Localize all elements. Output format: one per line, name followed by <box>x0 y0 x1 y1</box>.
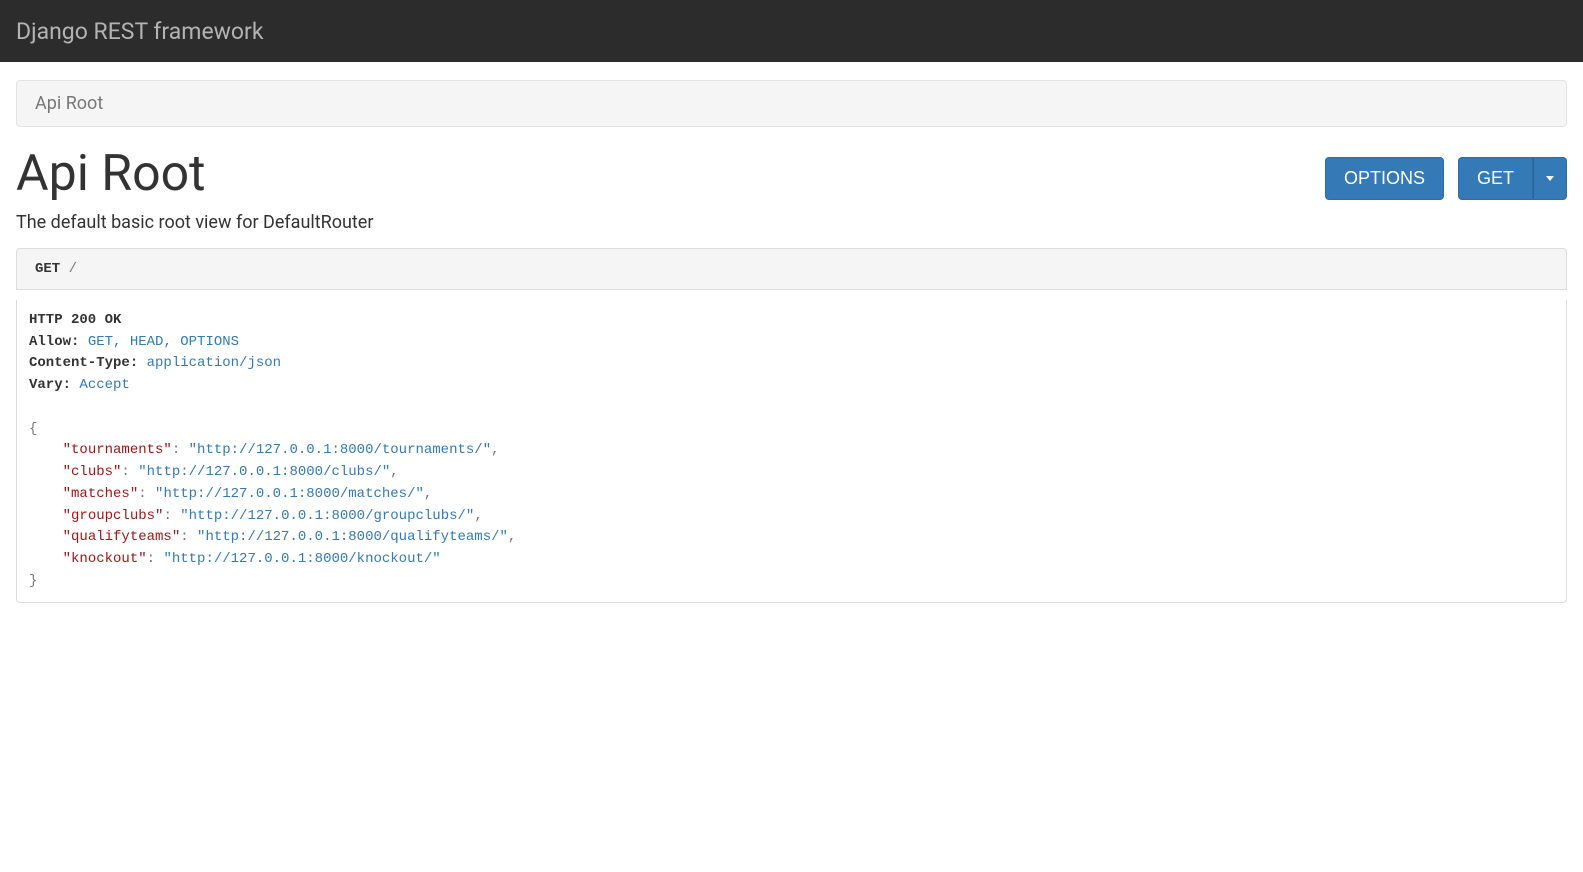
json-key-knockout: "knockout" <box>63 551 147 567</box>
json-key-groupclubs: "groupclubs" <box>63 508 164 524</box>
json-link-tournaments[interactable]: "http://127.0.0.1:8000/tournaments/" <box>189 442 491 458</box>
json-close-brace: } <box>29 573 37 589</box>
navbar: Django REST framework <box>0 0 1583 62</box>
navbar-brand[interactable]: Django REST framework <box>16 18 264 45</box>
json-link-groupclubs[interactable]: "http://127.0.0.1:8000/groupclubs/" <box>180 508 474 524</box>
content-type-header-name: Content-Type: <box>29 355 138 371</box>
json-link-matches[interactable]: "http://127.0.0.1:8000/matches/" <box>155 486 424 502</box>
json-key-qualifyteams: "qualifyteams" <box>63 529 181 545</box>
json-link-knockout[interactable]: "http://127.0.0.1:8000/knockout/" <box>163 551 440 567</box>
json-open-brace: { <box>29 421 37 437</box>
request-path: / <box>69 261 77 277</box>
json-link-clubs[interactable]: "http://127.0.0.1:8000/clubs/" <box>138 464 390 480</box>
response-body: { "tournaments": "http://127.0.0.1:8000/… <box>29 419 1554 593</box>
page-header: Api Root OPTIONS GET <box>16 147 1567 202</box>
json-key-clubs: "clubs" <box>63 464 122 480</box>
page-title: Api Root <box>16 147 205 202</box>
breadcrumb-item-root[interactable]: Api Root <box>35 93 103 114</box>
options-button[interactable]: OPTIONS <box>1325 157 1444 200</box>
breadcrumb: Api Root <box>16 80 1567 127</box>
request-method: GET <box>35 261 60 277</box>
get-format-dropdown-button[interactable] <box>1533 157 1567 200</box>
caret-down-icon <box>1546 176 1554 181</box>
json-link-qualifyteams[interactable]: "http://127.0.0.1:8000/qualifyteams/" <box>197 529 508 545</box>
request-info: GET / <box>16 248 1567 290</box>
json-key-matches: "matches" <box>63 486 139 502</box>
content-type-header-value: application/json <box>147 355 281 371</box>
allow-header-value: GET, HEAD, OPTIONS <box>88 334 239 350</box>
vary-header-name: Vary: <box>29 377 71 393</box>
response-status-line: HTTP 200 OK <box>29 312 121 328</box>
main-container: Api Root Api Root OPTIONS GET The defaul… <box>0 80 1583 603</box>
page-description: The default basic root view for DefaultR… <box>16 212 1567 233</box>
allow-header-name: Allow: <box>29 334 79 350</box>
get-button[interactable]: GET <box>1458 157 1533 200</box>
response-headers: HTTP 200 OK Allow: GET, HEAD, OPTIONS Co… <box>29 310 1554 397</box>
button-group: OPTIONS GET <box>1325 157 1567 200</box>
json-key-tournaments: "tournaments" <box>63 442 172 458</box>
vary-header-value: Accept <box>79 377 129 393</box>
get-button-group: GET <box>1458 157 1567 200</box>
response-info: HTTP 200 OK Allow: GET, HEAD, OPTIONS Co… <box>16 300 1567 603</box>
